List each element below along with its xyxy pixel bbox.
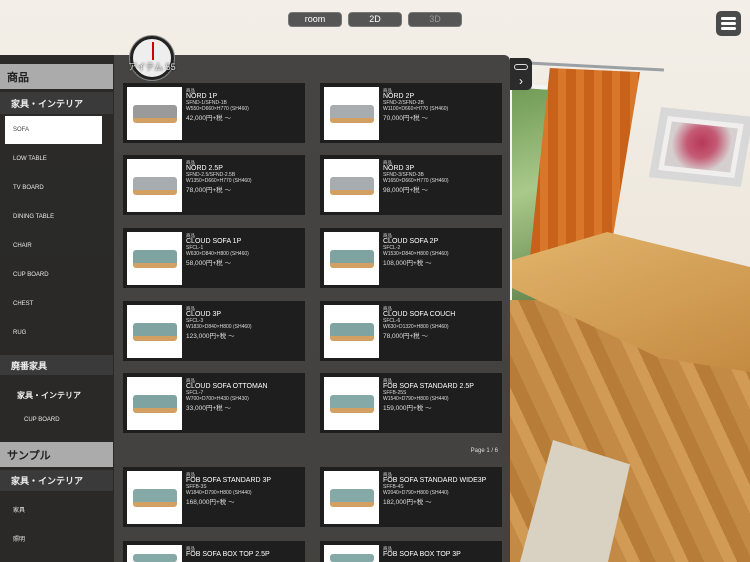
product-card[interactable]: 商品 NORD 3P SFND-3/SFND-3B W1650×D660×H77…: [320, 155, 502, 215]
section-samples[interactable]: サンプル: [0, 442, 113, 467]
product-image: [127, 471, 182, 524]
product-price: 168,000円+税 ～: [186, 498, 235, 506]
panel-toggle-tab[interactable]: ›: [510, 58, 532, 90]
product-image: [324, 159, 379, 212]
hamburger-icon: [721, 17, 736, 30]
product-dimensions: W2040×D790×H800 (SH440): [383, 489, 449, 496]
product-price: 108,000円+税 ～: [383, 259, 432, 267]
product-dimensions: W1100×D660×H770 (SH460): [383, 105, 449, 112]
product-dimensions: W1530×D840×H800 (SH460): [383, 250, 449, 257]
sidebar-item-chest[interactable]: CHEST: [13, 301, 33, 307]
chevron-right-icon: ›: [519, 74, 523, 88]
product-card[interactable]: 商品 NORD 2.5P SFND-2.5/SFND-2.5B W1350×D6…: [123, 155, 305, 215]
product-dimensions: W630×D1320×H800 (SH460): [383, 323, 449, 330]
product-image: [127, 232, 182, 285]
sidebar-item-chair[interactable]: CHAIR: [13, 243, 32, 249]
product-name: FOB SOFA BOX TOP 3P: [383, 551, 461, 559]
product-dimensions: W550×D660×H770 (SH460): [186, 105, 249, 112]
room-button[interactable]: room: [288, 12, 342, 27]
product-image: [127, 159, 182, 212]
product-dimensions: W1650×D660×H770 (SH460): [383, 177, 449, 184]
product-price: 78,000円+税 ～: [383, 332, 428, 340]
product-dimensions: W700×D700×H430 (SH430): [186, 395, 249, 402]
product-dimensions: W1840×D790×H800 (SH440): [186, 489, 252, 496]
product-image: [324, 545, 379, 562]
group-furniture-interior-discontinued[interactable]: 家具・インテリア: [17, 390, 81, 401]
item-count: アイテム 55: [128, 62, 176, 72]
sidebar-item-low-table[interactable]: LOW TABLE: [13, 156, 47, 162]
product-dimensions: W630×D840×H800 (SH460): [186, 250, 249, 257]
product-price: 123,000円+税 ～: [186, 332, 235, 340]
product-card[interactable]: 商品 FOB SOFA STANDARD WIDE3P SFFB-4S W204…: [320, 467, 502, 527]
product-card[interactable]: 商品 CLOUD 3P SFCL-3 W1830×D840×H800 (SH46…: [123, 301, 305, 361]
product-list-panel[interactable]: 商品 NORD 1P SFND-1/SFND-1B W550×D660×H770…: [114, 55, 510, 562]
product-card[interactable]: 商品 NORD 2P SFND-2/SFND-2B W1100×D660×H77…: [320, 83, 502, 143]
page-indicator: Page 1 / 6: [470, 448, 498, 454]
product-card[interactable]: 商品 FOB SOFA BOX TOP 2.5P: [123, 541, 305, 562]
product-card[interactable]: 商品 CLOUD SOFA OTTOMAN SFCL-7 W700×D700×H…: [123, 373, 305, 433]
product-price: 33,000円+税 ～: [186, 404, 231, 412]
flower-picture: [648, 107, 750, 187]
product-card[interactable]: 商品 CLOUD SOFA COUCH SFCL-6 W630×D1320×H8…: [320, 301, 502, 361]
product-dimensions: W1830×D840×H800 (SH460): [186, 323, 252, 330]
product-image: [324, 305, 379, 358]
group-furniture-interior-samples[interactable]: 家具・インテリア: [0, 470, 113, 491]
section-products[interactable]: 商品: [0, 64, 113, 89]
product-price: 98,000円+税 ～: [383, 186, 428, 194]
product-card[interactable]: 商品 CLOUD SOFA 2P SFCL-2 W1530×D840×H800 …: [320, 228, 502, 288]
sidebar-item-cup-board-discontinued[interactable]: CUP BOARD: [24, 417, 60, 423]
sidebar-item-tv-board[interactable]: TV BOARD: [13, 185, 44, 191]
2d-button[interactable]: 2D: [348, 12, 402, 27]
product-price: 78,000円+税 ～: [186, 186, 231, 194]
product-image: [324, 232, 379, 285]
category-sidebar: 商品 家具・インテリア SOFA LOW TABLE TV BOARD DINI…: [0, 55, 114, 562]
group-furniture-interior[interactable]: 家具・インテリア: [0, 92, 113, 114]
product-image: [127, 545, 182, 562]
section-discontinued[interactable]: 廃番家具: [0, 355, 113, 375]
product-price: 42,000円+税 ～: [186, 114, 231, 122]
clock-icon: [130, 36, 174, 80]
product-card[interactable]: 商品 CLOUD SOFA 1P SFCL-1 W630×D840×H800 (…: [123, 228, 305, 288]
product-card[interactable]: 商品 FOB SOFA STANDARD 2.5P SFFB-25S W1540…: [320, 373, 502, 433]
product-image: [324, 471, 379, 524]
product-image: [324, 87, 379, 140]
3d-button[interactable]: 3D: [408, 12, 462, 27]
sidebar-item-furniture[interactable]: 家具: [13, 505, 25, 514]
product-image: [324, 377, 379, 430]
product-image: [127, 377, 182, 430]
sidebar-item-cup-board[interactable]: CUP BOARD: [13, 272, 49, 278]
product-price: 182,000円+税 ～: [383, 498, 432, 506]
product-dimensions: W1350×D660×H770 (SH460): [186, 177, 252, 184]
product-dimensions: W1540×D790×H800 (SH440): [383, 395, 449, 402]
product-card[interactable]: 商品 NORD 1P SFND-1/SFND-1B W550×D660×H770…: [123, 83, 305, 143]
product-image: [127, 305, 182, 358]
product-image: [127, 87, 182, 140]
sofa-icon: [514, 64, 528, 70]
product-card[interactable]: 商品 FOB SOFA STANDARD 3P SFFB-3S W1840×D7…: [123, 467, 305, 527]
sidebar-item-dining-table[interactable]: DINING TABLE: [13, 214, 54, 220]
product-price: 70,000円+税 ～: [383, 114, 428, 122]
sidebar-item-sofa[interactable]: SOFA: [5, 116, 102, 144]
product-price: 159,000円+税 ～: [383, 404, 432, 412]
sidebar-item-rug[interactable]: RUG: [13, 330, 26, 336]
product-card[interactable]: 商品 FOB SOFA BOX TOP 3P: [320, 541, 502, 562]
product-name: FOB SOFA BOX TOP 2.5P: [186, 551, 270, 559]
menu-button[interactable]: [716, 11, 741, 36]
sidebar-item-lighting[interactable]: 照明: [13, 534, 25, 543]
product-price: 58,000円+税 ～: [186, 259, 231, 267]
